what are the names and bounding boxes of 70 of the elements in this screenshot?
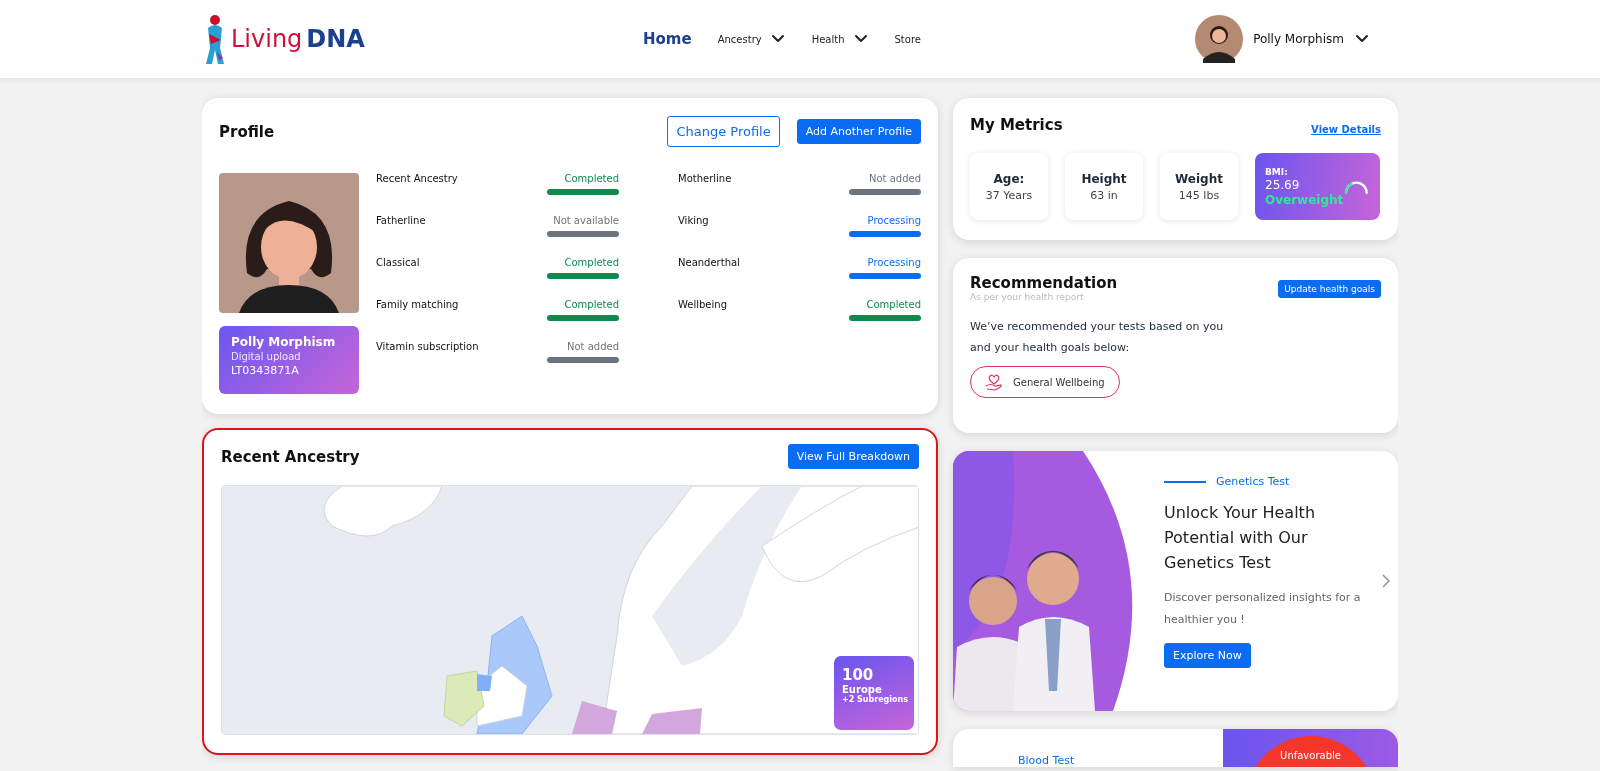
- metric-label: Weight: [1175, 171, 1223, 186]
- test-status: Completed: [865, 299, 921, 310]
- status-bar: [547, 231, 619, 237]
- card-eyebrow: Genetics Test: [1216, 475, 1290, 488]
- nav-link[interactable]: Home: [643, 30, 692, 48]
- test-status: Completed: [563, 257, 619, 268]
- recommendation-text: We’ve recommended your tests based on you and your health goals below:: [970, 319, 1225, 356]
- card-title: Recent Ancestry: [221, 447, 361, 466]
- logo-text: Living: [231, 25, 303, 53]
- metric-label: Height: [1081, 171, 1127, 186]
- logo-figure-icon: [203, 14, 227, 64]
- profile-source: Digital upload: [231, 351, 302, 362]
- test-status: Completed: [563, 299, 619, 310]
- nav-link[interactable]: Ancestry: [717, 31, 786, 47]
- card-eyebrow: Blood Test: [1018, 754, 1075, 767]
- test-name: Vitamin subscription: [376, 341, 480, 352]
- status-bar: [849, 231, 921, 237]
- breakdown-button[interactable]: View Full Breakdown: [787, 444, 919, 469]
- card-subtitle: As per your health report: [970, 292, 1085, 302]
- test-name: Recent Ancestry: [376, 173, 459, 184]
- update-goals-button[interactable]: Update health goals: [1278, 280, 1381, 298]
- profile-name: Polly Morphism: [231, 335, 337, 349]
- test-status: Not added: [565, 341, 619, 352]
- chevron-right-icon[interactable]: [1381, 573, 1391, 589]
- metric-value: 63 in: [1090, 188, 1118, 202]
- metric-value: 145 lbs: [1178, 188, 1220, 202]
- test-name: Viking: [678, 215, 710, 226]
- metric-label: BMI:: [1265, 166, 1289, 177]
- change-profile-button[interactable]: Change Profile: [667, 116, 780, 147]
- logo-text: DNA: [306, 25, 365, 53]
- bmi-status: Overweight: [1265, 192, 1344, 207]
- status-bar: [547, 273, 619, 279]
- card-title: Recommendation: [970, 274, 1119, 292]
- heart-hand-icon: [985, 373, 1003, 391]
- test-status: Completed: [563, 173, 619, 184]
- test-name: Wellbeing: [678, 299, 728, 310]
- avatar-icon: [1195, 15, 1244, 63]
- status-bar: [547, 357, 619, 363]
- view-details-link[interactable]: View Details: [1311, 124, 1381, 135]
- explore-button[interactable]: Explore Now: [1164, 643, 1251, 668]
- promo-title: Unlock Your Health Potential with Our Genetics Test: [1164, 502, 1316, 574]
- percentage: 100: [842, 666, 875, 684]
- test-name: Classical: [376, 257, 421, 268]
- nav-link[interactable]: Store: [894, 33, 921, 45]
- test-name: Neanderthal: [678, 257, 741, 268]
- metric-value: 37 Years: [985, 188, 1033, 202]
- test-name: Fatherline: [376, 215, 427, 226]
- test-status: Processing: [866, 215, 921, 226]
- subregion-count: +2 Subregions: [842, 695, 906, 704]
- test-name: Motherline: [678, 173, 733, 184]
- status-bar: [849, 315, 921, 321]
- test-status: Not added: [867, 173, 921, 184]
- add-profile-button[interactable]: Add Another Profile: [796, 119, 921, 144]
- card-title: Profile: [219, 122, 276, 141]
- user-menu[interactable]: Polly Morphism: [1195, 15, 1370, 63]
- nav-link[interactable]: Health: [811, 31, 869, 47]
- test-status: Not available: [552, 215, 619, 226]
- status-bar: [849, 189, 921, 195]
- goal-chip[interactable]: General Wellbeing: [970, 366, 1120, 398]
- metric-label: Age:: [993, 171, 1025, 186]
- status-bar: [849, 273, 921, 279]
- region-name: Europe: [842, 684, 882, 695]
- profile-id: LT0343871A: [231, 364, 300, 377]
- promo-text: Discover personalized insights for a healthier you !: [1164, 590, 1362, 628]
- metric-value: 25.69: [1265, 177, 1301, 192]
- card-title: My Metrics: [970, 115, 1064, 134]
- status-bar: [547, 189, 619, 195]
- test-name: Family matching: [376, 299, 460, 310]
- status-bar: [547, 315, 619, 321]
- test-status: Processing: [866, 257, 921, 268]
